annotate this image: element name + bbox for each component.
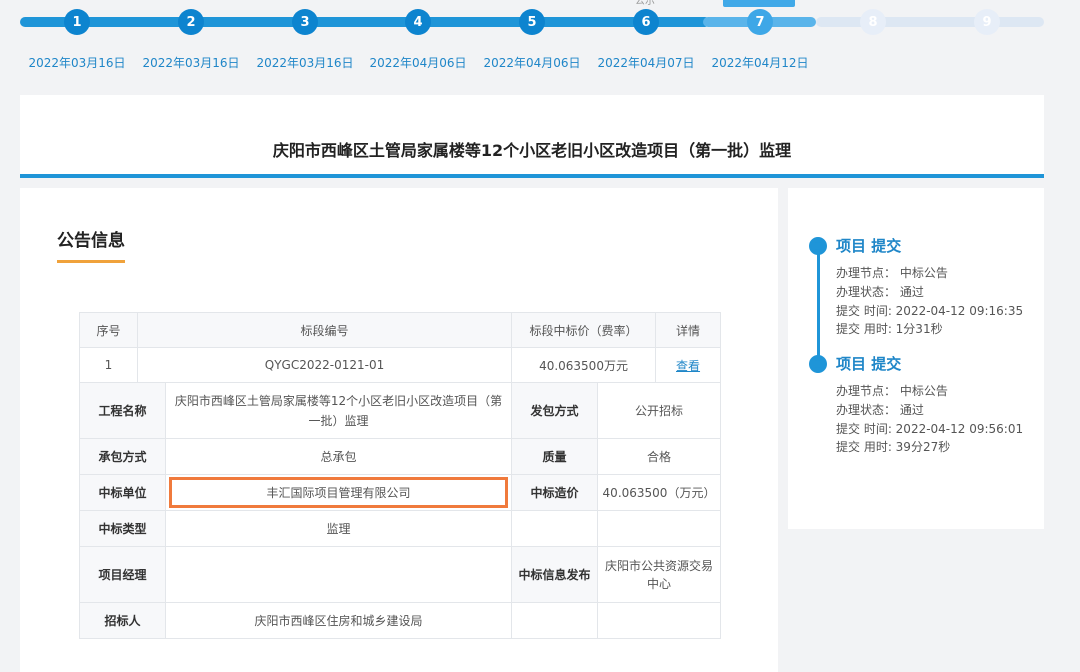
current-step-tab (723, 0, 795, 7)
header-detail: 详情 (655, 312, 722, 348)
section-heading-underline (57, 260, 125, 263)
project-manager-label: 项目经理 (79, 546, 166, 603)
winner-cell: 丰汇国际项目管理有限公司 (165, 474, 512, 511)
project-name-value: 庆阳市西峰区土管局家属楼等12个小区老旧小区改造项目（第一批）监理 (165, 382, 512, 439)
row-detail-cell: 查看 (655, 347, 722, 383)
timeline-dot-1 (809, 237, 827, 255)
tenderer-label: 招标人 (79, 602, 166, 639)
step-1[interactable]: 1 (64, 9, 90, 35)
detail-row: 中标单位 丰汇国际项目管理有限公司 中标造价 40.063500（万元） (79, 474, 721, 511)
step-track-todo (816, 17, 1044, 27)
winner-highlight-box (169, 477, 508, 508)
header-price: 标段中标价（费率） (511, 312, 657, 348)
empty-cell (597, 602, 721, 639)
section-heading: 公告信息 (57, 231, 125, 251)
bid-table: 序号 标段编号 标段中标价（费率） 详情 1 QYGC2022-0121-01 … (79, 312, 722, 383)
view-detail-link[interactable]: 查看 (676, 359, 700, 373)
timeline-1-node: 办理节点： 中标公告 (836, 266, 948, 280)
win-price-label: 中标造价 (511, 474, 598, 511)
project-title: 庆阳市西峰区土管局家属楼等12个小区老旧小区改造项目（第一批）监理 (272, 141, 792, 160)
timeline-2-status: 办理状态： 通过 (836, 403, 924, 417)
header-seq: 序号 (79, 312, 138, 348)
project-name-label: 工程名称 (79, 382, 166, 439)
detail-table: 工程名称 庆阳市西峰区土管局家属楼等12个小区老旧小区改造项目（第一批）监理 发… (79, 382, 721, 639)
timeline-1-title: 项目 提交 (836, 237, 902, 255)
step-8[interactable]: 8 (860, 9, 886, 35)
step-2-date: 2022年03月16日 (142, 56, 240, 70)
timeline-2-time: 提交 时间: 2022-04-12 09:56:01 (836, 422, 1024, 436)
detail-row: 项目经理 中标信息发布 庆阳市公共资源交易中心 (79, 546, 721, 603)
project-manager-value (165, 546, 512, 603)
header-code: 标段编号 (136, 312, 513, 348)
step-tab-caption: 公示 (635, 0, 655, 7)
contract-mode-label: 承包方式 (79, 438, 166, 475)
step-7[interactable]: 7 (747, 9, 773, 35)
empty-cell (511, 510, 598, 547)
publisher-label: 中标信息发布 (511, 546, 598, 603)
row-seq: 1 (79, 347, 138, 383)
empty-cell (511, 602, 598, 639)
step-6-date: 2022年04月07日 (597, 56, 695, 70)
timeline-2-title: 项目 提交 (836, 355, 902, 373)
bid-method-label: 发包方式 (511, 382, 598, 439)
empty-cell (597, 510, 721, 547)
table-header-row: 序号 标段编号 标段中标价（费率） 详情 (79, 312, 722, 348)
step-2[interactable]: 2 (178, 9, 204, 35)
timeline-1-duration: 提交 用时: 1分31秒 (836, 322, 943, 336)
detail-row: 工程名称 庆阳市西峰区土管局家属楼等12个小区老旧小区改造项目（第一批）监理 发… (79, 382, 721, 439)
step-5[interactable]: 5 (519, 9, 545, 35)
progress-steps: 公示 1 2 3 4 5 6 7 8 9 2022年03月16日 2022年03… (0, 0, 1080, 90)
step-5-date: 2022年04月06日 (483, 56, 581, 70)
step-3-date: 2022年03月16日 (256, 56, 354, 70)
timeline-1-time: 提交 时间: 2022-04-12 09:16:35 (836, 304, 1024, 318)
step-3[interactable]: 3 (292, 9, 318, 35)
winner-label: 中标单位 (79, 474, 166, 511)
step-4[interactable]: 4 (405, 9, 431, 35)
row-price: 40.063500万元 (511, 347, 657, 383)
win-type-value: 监理 (165, 510, 512, 547)
step-1-date: 2022年03月16日 (28, 56, 126, 70)
timeline-2-node: 办理节点： 中标公告 (836, 384, 948, 398)
timeline-dot-2 (809, 355, 827, 373)
quality-label: 质量 (511, 438, 598, 475)
detail-row: 中标类型 监理 (79, 510, 721, 547)
publisher-value: 庆阳市公共资源交易中心 (597, 546, 721, 603)
timeline-panel: 项目 提交 办理节点： 中标公告 办理状态： 通过 提交 时间: 2022-04… (788, 188, 1044, 529)
quality-value: 合格 (597, 438, 721, 475)
table-row: 1 QYGC2022-0121-01 40.063500万元 查看 (79, 347, 722, 383)
bid-table-container: 序号 标段编号 标段中标价（费率） 详情 1 QYGC2022-0121-01 … (79, 312, 722, 639)
detail-row: 承包方式 总承包 质量 合格 (79, 438, 721, 475)
step-9[interactable]: 9 (974, 9, 1000, 35)
tenderer-value: 庆阳市西峰区住房和城乡建设局 (165, 602, 512, 639)
timeline-2-duration: 提交 用时: 39分27秒 (836, 440, 951, 454)
project-title-band: 庆阳市西峰区土管局家属楼等12个小区老旧小区改造项目（第一批）监理 (20, 95, 1044, 178)
timeline-1-status: 办理状态： 通过 (836, 285, 924, 299)
contract-mode-value: 总承包 (165, 438, 512, 475)
bid-method-value: 公开招标 (597, 382, 721, 439)
step-4-date: 2022年04月06日 (369, 56, 467, 70)
win-price-value: 40.063500（万元） (597, 474, 721, 511)
step-track-done (20, 17, 710, 27)
row-code: QYGC2022-0121-01 (136, 347, 513, 383)
step-7-date: 2022年04月12日 (711, 56, 809, 70)
win-type-label: 中标类型 (79, 510, 166, 547)
detail-row: 招标人 庆阳市西峰区住房和城乡建设局 (79, 602, 721, 639)
step-6[interactable]: 6 (633, 9, 659, 35)
timeline-line (817, 245, 820, 365)
